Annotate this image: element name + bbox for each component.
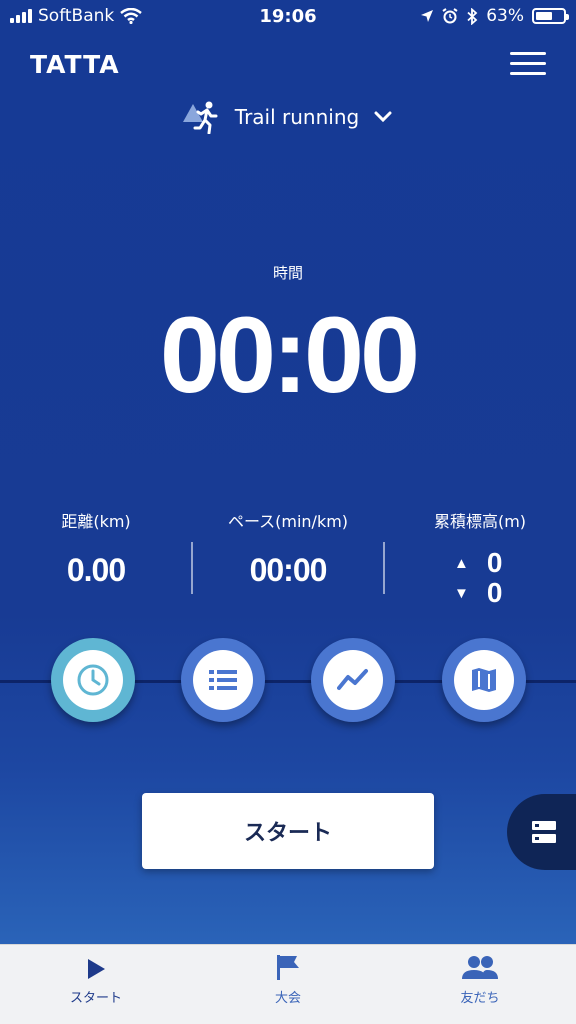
bluetooth-icon [467, 7, 478, 25]
elevation-up-value: 0 [486, 547, 503, 578]
pace-label: ペース(min/km) [227, 512, 349, 531]
status-bar: SoftBank 19:06 63% [0, 0, 576, 34]
tab-start-label: スタート [69, 991, 122, 1006]
app-logo: TATTA [30, 50, 120, 79]
elapsed-time: 00:00 [159, 294, 420, 415]
play-icon [88, 959, 105, 979]
timer-view-button[interactable] [51, 638, 135, 722]
friends-icon [462, 956, 498, 979]
side-panel-toggle[interactable] [507, 794, 576, 870]
trail-runner-icon [182, 101, 218, 134]
pace-stat: ペース(min/km) 00:00 [200, 508, 376, 589]
tab-events[interactable]: 大会 [192, 945, 384, 1024]
location-arrow-icon [421, 10, 434, 22]
distance-stat: 距離(km) 0.00 [30, 508, 162, 589]
distance-label: 距離(km) [61, 512, 131, 531]
list-view-button[interactable] [181, 638, 265, 722]
menu-button[interactable] [510, 52, 546, 78]
app-screen: SoftBank 19:06 63% TATTA Trail running 時… [0, 0, 576, 1024]
tab-friends[interactable]: 友だち [384, 945, 576, 1024]
pace-value: 00:00 [249, 552, 328, 588]
activity-label: Trail running [234, 105, 360, 129]
flag-icon [277, 955, 299, 980]
status-right: 63% [420, 6, 569, 26]
list-icon [209, 670, 237, 690]
battery-percent: 63% [486, 6, 524, 26]
alarm-icon [442, 8, 458, 24]
map-icon [472, 668, 496, 692]
chart-line-icon [337, 669, 368, 690]
activity-selector[interactable]: Trail running [0, 100, 576, 134]
time-label: 時間 [272, 264, 303, 282]
elevation-down-icon: ▼ [454, 584, 469, 602]
start-button[interactable]: スタート [142, 793, 434, 869]
elevation-stat: 累積標高(m) [410, 508, 550, 532]
battery-fill [536, 12, 553, 20]
stat-divider [191, 542, 193, 594]
stats-panel: 距離(km) 0.00 ペース(min/km) 00:00 累積標高(m) ▲ … [0, 508, 576, 608]
chart-view-button[interactable] [311, 638, 395, 722]
elevation-values: ▲ 0 ▼ 0 [454, 547, 503, 608]
elevation-label: 累積標高(m) [433, 512, 527, 531]
tab-friends-label: 友だち [460, 991, 500, 1006]
elevation-down-value: 0 [486, 577, 503, 608]
split-view-icon [532, 821, 556, 843]
distance-value: 0.00 [66, 552, 126, 588]
stat-divider [383, 542, 385, 594]
bottom-tab-bar: スタート 大会 友だち [0, 944, 576, 1024]
clock-icon [77, 664, 109, 696]
battery-icon [532, 8, 569, 24]
elevation-up-icon: ▲ [454, 554, 469, 572]
tab-start[interactable]: スタート [0, 945, 192, 1024]
map-view-button[interactable] [442, 638, 526, 722]
chevron-down-icon [374, 111, 392, 123]
tab-events-label: 大会 [274, 991, 301, 1006]
